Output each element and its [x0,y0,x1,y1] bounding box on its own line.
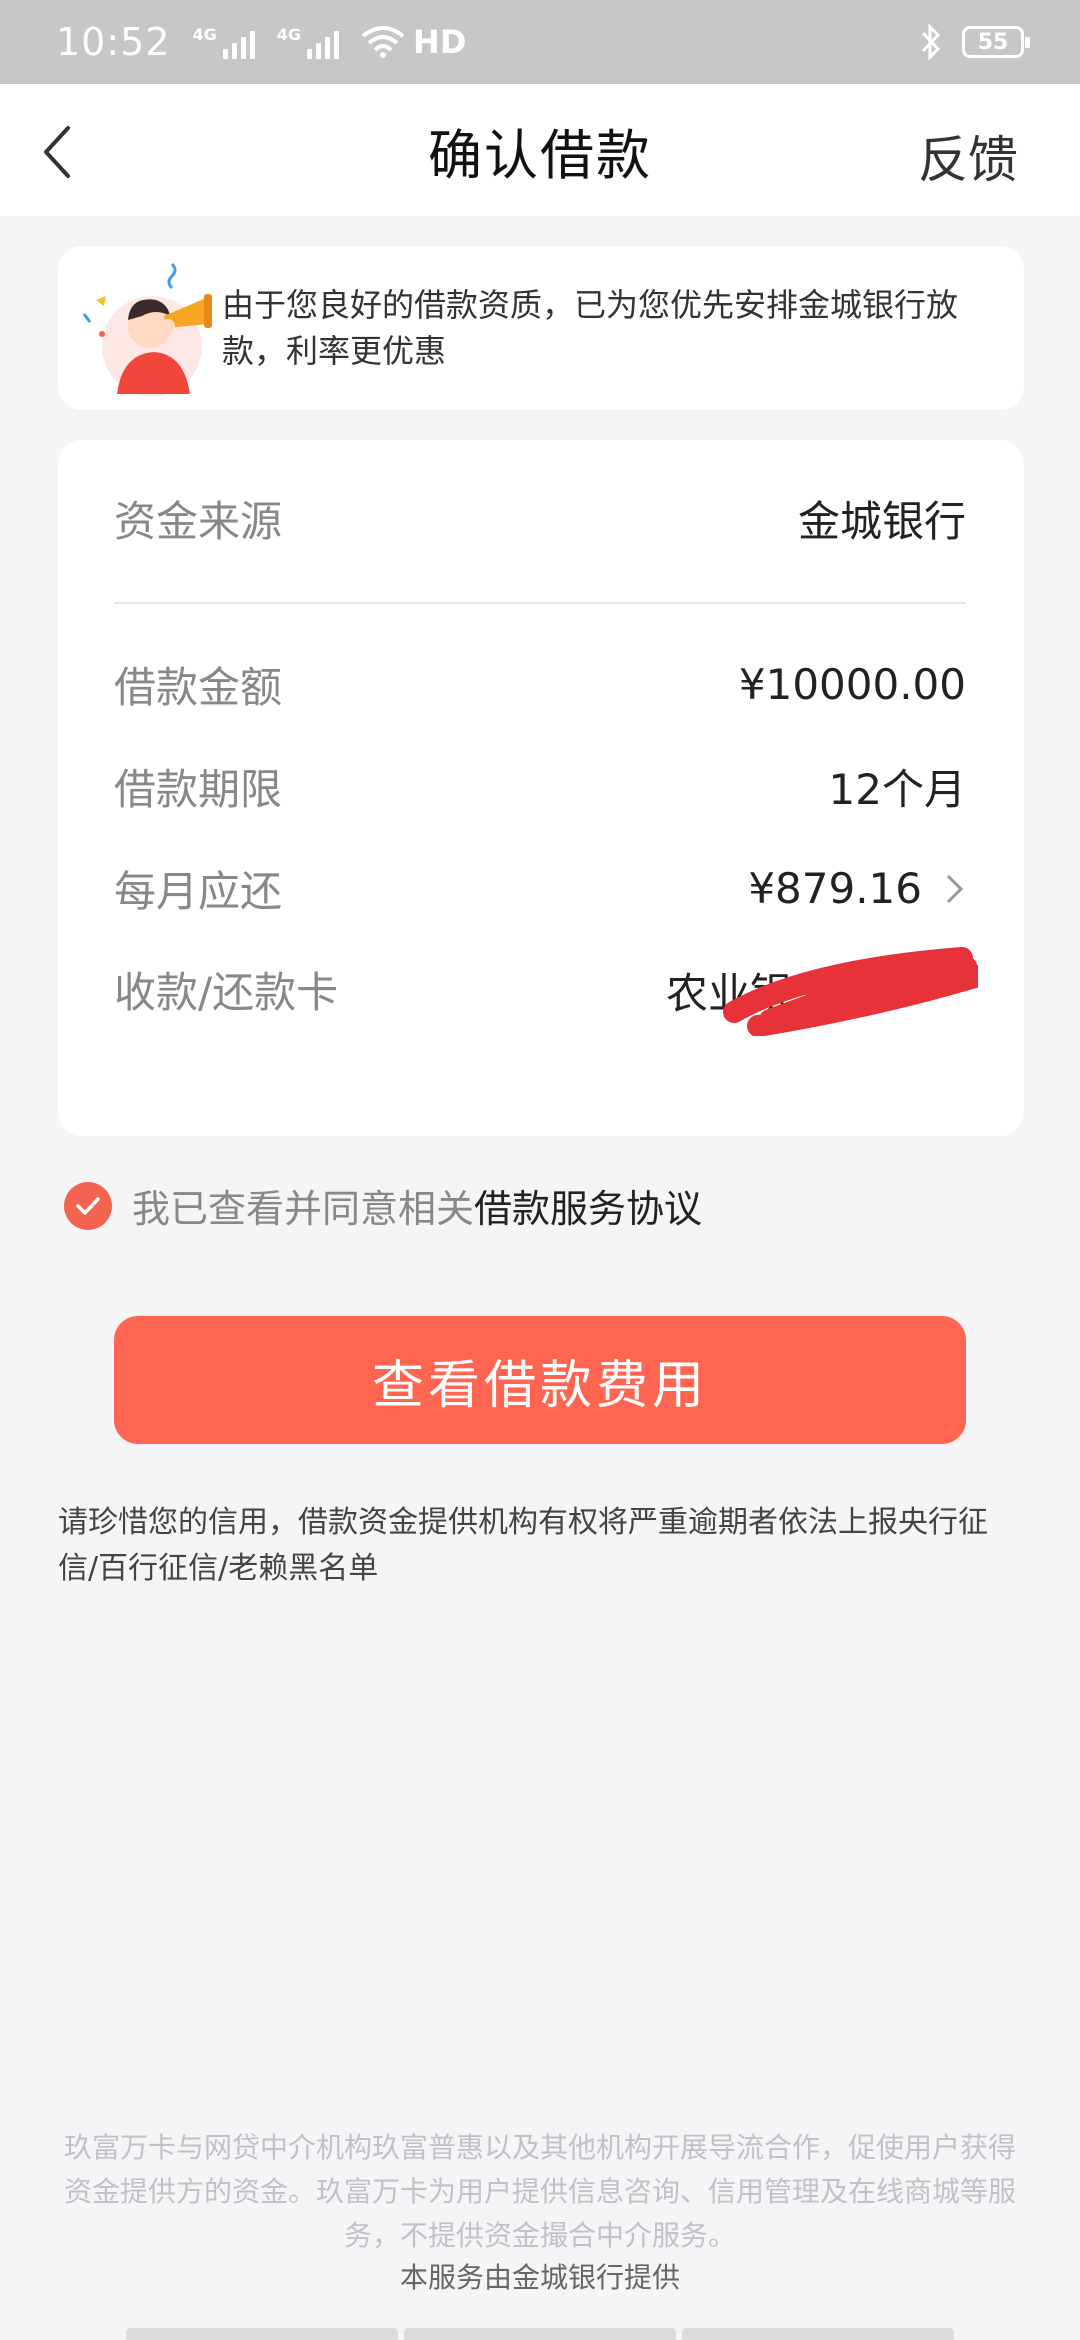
footer-disclaimer: 玖富万卡与网贷中介机构玖富普惠以及其他机构开展导流合作，促使用户获得资金提供方的… [63,2131,1016,2252]
bottom-handle [126,2328,954,2340]
status-bar: 10:52 4G 4G HD 55 [0,0,1080,84]
checkmark-icon [76,1196,100,1215]
bank-card-value-container: 农业银 [666,947,978,1036]
view-loan-fee-button[interactable]: 查看借款费用 [114,1316,966,1444]
row-loan-amount: 借款金额 ¥10000.00 [114,654,966,715]
loan-info-card: 资金来源 金城银行 借款金额 ¥10000.00 借款期限 12个月 每月应还 … [58,440,1024,1136]
megaphone-person-illustration [82,262,212,396]
notice-text: 由于您良好的借款资质，已为您优先安排金城银行放款，利率更优惠 [222,286,959,370]
redaction-scribble [723,947,978,1036]
loan-amount-value: ¥10000.00 [738,660,966,709]
page-title: 确认借款 [428,123,652,187]
back-arrow-icon[interactable] [38,122,78,182]
fund-source-label: 资金来源 [114,497,283,546]
agreement-link[interactable]: 借款服务协议 [474,1178,702,1233]
status-time: 10:52 [56,20,171,64]
network-type-label-2: 4G [276,25,302,44]
battery-level: 55 [977,29,1009,55]
agreement-text: 我已查看并同意相关 [132,1187,475,1231]
loan-term-label: 借款期限 [114,765,283,814]
chevron-right-icon[interactable] [944,872,966,906]
loan-term-value: 12个月 [828,765,966,814]
wifi-icon [361,26,405,58]
credit-warning-text: 请珍惜您的信用，借款资金提供机构有权将严重逾期者依法上报央行征信/百行征信/老赖… [58,1505,988,1586]
cellular-signal-icon: 4G [193,25,255,59]
bank-card-label: 收款/还款卡 [114,967,339,1017]
cellular-signal-icon-2: 4G [276,25,340,59]
agreement-checkbox[interactable] [64,1181,112,1230]
network-type-label: 4G [192,25,217,44]
row-bank-card[interactable]: 收款/还款卡 农业银 [114,947,978,1036]
fund-source-value: 金城银行 [797,497,966,546]
bluetooth-icon [921,23,941,61]
loan-amount-label: 借款金额 [114,663,283,712]
agreement-row: 我已查看并同意相关 借款服务协议 [64,1178,702,1233]
notice-card: 由于您良好的借款资质，已为您优先安排金城银行放款，利率更优惠 [58,246,1024,410]
monthly-payment-label: 每月应还 [114,867,283,916]
row-fund-source: 资金来源 金城银行 [114,488,966,549]
row-monthly-payment[interactable]: 每月应还 ¥879.16 [114,858,966,919]
divider [114,602,966,604]
hd-voice-indicator: HD [413,23,467,61]
battery-icon: 55 [962,26,1030,58]
monthly-payment-value: ¥879.16 [748,864,922,913]
service-provider-text: 本服务由金城银行提供 [399,2261,680,2294]
row-loan-term: 借款期限 12个月 [114,756,966,817]
navigation-bar: 确认借款 反馈 [0,84,1080,216]
feedback-button[interactable]: 反馈 [918,120,1018,192]
